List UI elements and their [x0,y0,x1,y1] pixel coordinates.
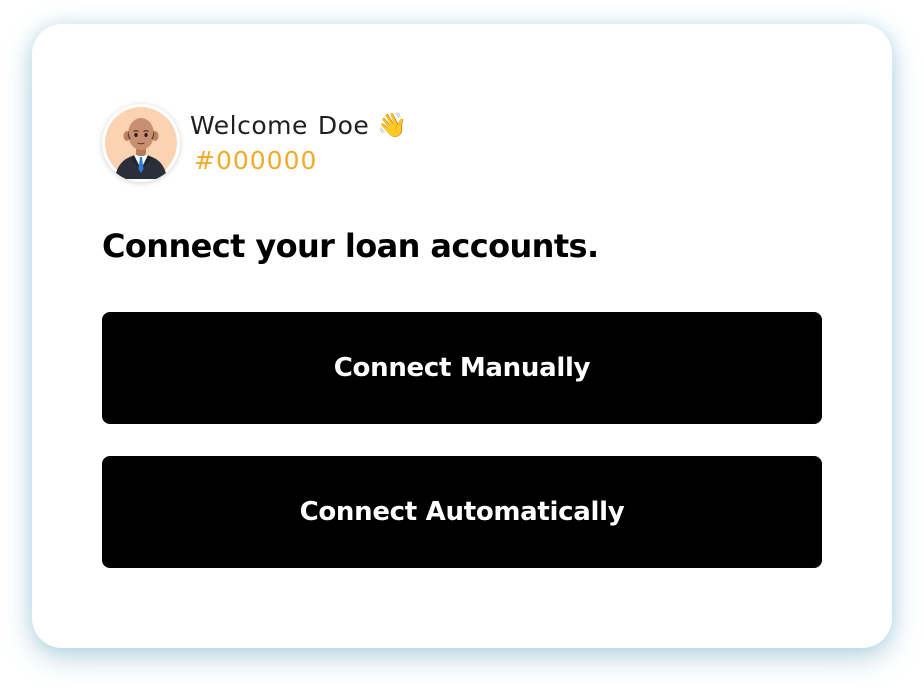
welcome-greeting: Welcome [190,110,308,140]
avatar-illustration [105,107,177,179]
welcome-text: Welcome Doe 👋 [190,107,408,143]
page-background: Welcome Doe 👋 #000000 Connect your loan … [0,0,924,688]
connect-manually-button[interactable]: Connect Manually [102,312,822,424]
user-info: Welcome Doe 👋 #000000 [190,107,408,176]
wave-icon: 👋 [377,111,408,139]
connect-card: Welcome Doe 👋 #000000 Connect your loan … [32,24,892,648]
page-title: Connect your loan accounts. [102,227,599,265]
user-id: #000000 [194,146,318,175]
user-name: Doe [317,110,370,140]
user-header: Welcome Doe 👋 #000000 [102,104,408,182]
user-avatar-icon [102,104,180,182]
connect-automatically-button[interactable]: Connect Automatically [102,456,822,568]
